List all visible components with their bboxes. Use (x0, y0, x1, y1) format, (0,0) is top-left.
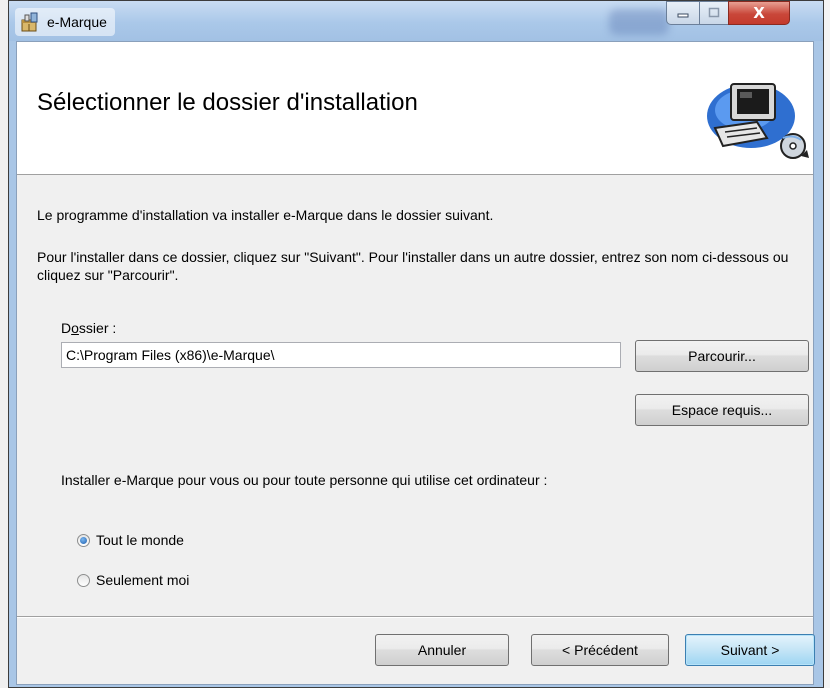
browse-button[interactable]: Parcourir... (635, 340, 809, 372)
radio-just-me-label: Seulement moi (96, 572, 190, 588)
folder-label-part: D (61, 320, 72, 336)
background-window-edge-right (824, 0, 830, 688)
radio-just-me[interactable]: Seulement moi (77, 572, 189, 588)
title-bar[interactable]: e-Marque X (9, 1, 823, 41)
folder-label: Dossier : (61, 320, 116, 336)
installer-window: e-Marque X Sélectionner le dossier d'ins… (8, 0, 824, 688)
page-title: Sélectionner le dossier d'installation (37, 89, 418, 116)
title-area: e-Marque (15, 8, 115, 36)
folder-path-input[interactable] (61, 342, 621, 368)
disk-cost-button[interactable]: Espace requis... (635, 394, 809, 426)
close-icon: X (753, 4, 765, 22)
header-banner: Sélectionner le dossier d'installation (17, 42, 813, 175)
blurred-background-shape (609, 9, 669, 35)
close-button[interactable]: X (728, 1, 790, 25)
minimize-icon (677, 13, 689, 18)
folder-label-part: ssier : (78, 320, 117, 336)
installer-package-icon (21, 12, 38, 32)
radio-unselected-icon[interactable] (77, 573, 90, 587)
radio-everyone-label: Tout le monde (96, 532, 184, 548)
cancel-button[interactable]: Annuler (375, 634, 509, 666)
radio-everyone[interactable]: Tout le monde (77, 532, 184, 548)
window-title: e-Marque (47, 14, 107, 30)
folder-label-accelerator: o (71, 320, 79, 336)
install-scope-text: Installer e-Marque pour vous ou pour tou… (61, 472, 548, 488)
minimize-button[interactable] (666, 1, 700, 25)
footer-separator (17, 616, 813, 618)
computer-disc-icon (707, 83, 809, 159)
dialog-client-area: Sélectionner le dossier d'installation L… (16, 41, 815, 685)
instructions-text: Pour l'installer dans ce dossier, clique… (37, 249, 789, 283)
intro-text: Le programme d'installation va installer… (37, 207, 494, 223)
maximize-icon (708, 7, 720, 18)
radio-selected-icon[interactable] (77, 533, 90, 547)
back-button[interactable]: < Précédent (531, 634, 669, 666)
maximize-button[interactable] (699, 1, 729, 25)
next-button[interactable]: Suivant > (685, 634, 815, 666)
blurred-background-text (177, 13, 537, 29)
